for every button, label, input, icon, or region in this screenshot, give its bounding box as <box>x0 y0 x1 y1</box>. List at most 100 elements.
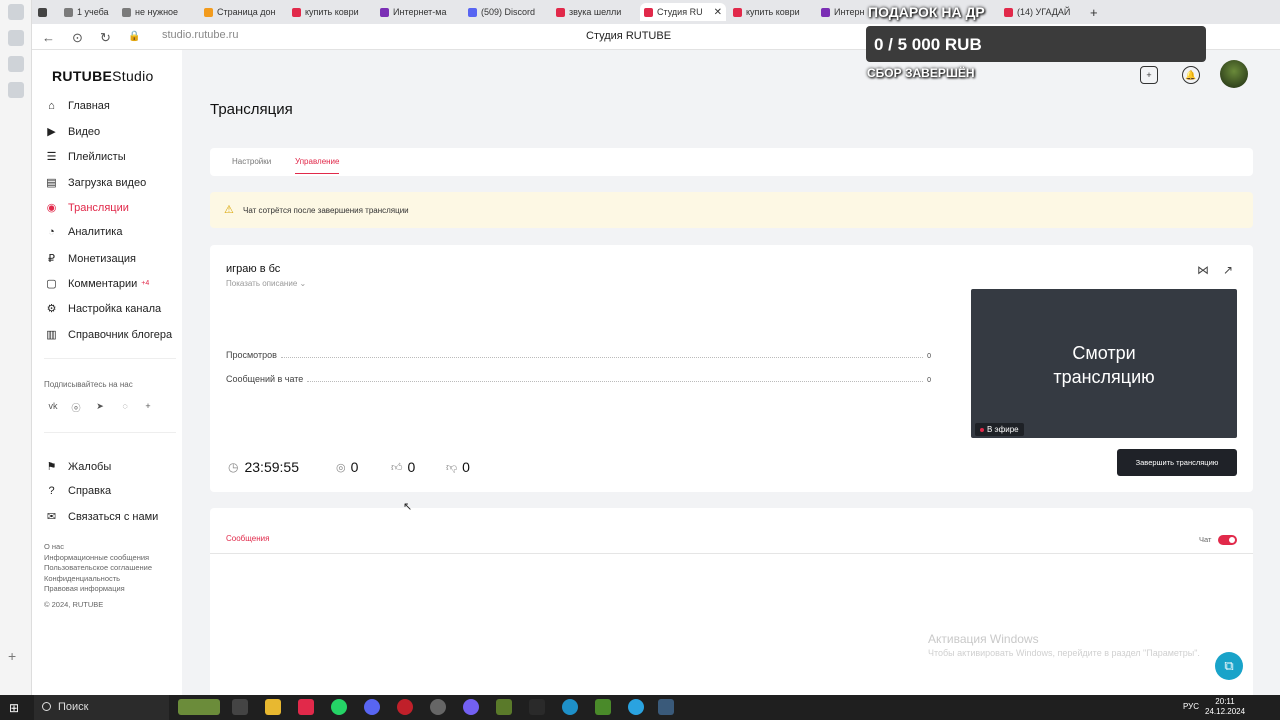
app-icon[interactable] <box>658 699 674 715</box>
obs-icon[interactable] <box>397 699 413 715</box>
viber-app-icon[interactable] <box>463 699 479 715</box>
language-indicator[interactable]: РУС <box>1183 702 1199 711</box>
show-description-label: Показать описание <box>226 279 298 288</box>
telegram-icon[interactable]: ➤ <box>93 401 107 413</box>
avatar[interactable] <box>1220 60 1248 88</box>
chat-toggle[interactable] <box>1218 535 1237 545</box>
sidebar-item-playlists[interactable]: ☰ Плейлисты <box>45 150 126 164</box>
profile-icon[interactable] <box>8 4 24 20</box>
browser-tab[interactable]: 1 учеба <box>60 3 117 21</box>
vk-icon[interactable]: vk <box>46 401 60 413</box>
collections-icon[interactable] <box>8 56 24 72</box>
upload-icon: ▤ <box>46 177 57 189</box>
gear-icon: ⚙ <box>46 303 57 315</box>
browser-tab[interactable]: не нужное <box>118 3 198 21</box>
sidebar-item-comments[interactable]: ▢ Комментарии +4 <box>45 277 149 291</box>
launcher-icon[interactable] <box>595 699 611 715</box>
sidebar-item-video[interactable]: ▶ Видео <box>45 125 100 139</box>
support-chat-button[interactable]: ⧉ <box>1215 652 1243 680</box>
page-title: Трансляция <box>210 101 293 118</box>
footer-link-about[interactable]: О нас <box>44 542 64 551</box>
taskbar-widget-icon[interactable] <box>178 699 220 715</box>
tab-favicon <box>468 7 477 17</box>
sidebar-item-label: Справочник блогера <box>68 328 173 341</box>
sidebar-item-complaints[interactable]: ⚑ Жалобы <box>45 460 112 474</box>
broadcast-icon: ◉ <box>46 202 57 214</box>
footer-link-terms[interactable]: Пользовательское соглашение <box>44 563 152 572</box>
ok-icon[interactable]: ⓞ <box>69 401 83 413</box>
tab-messages[interactable]: Сообщения <box>226 534 269 543</box>
footer-link-legal[interactable]: Правовая информация <box>44 584 125 593</box>
browser-tab[interactable]: Интернет-ма <box>376 3 461 21</box>
tab-label: Интерн <box>834 7 865 17</box>
taskbar-search[interactable]: Поиск <box>34 695 169 720</box>
new-tab-icon[interactable]: + <box>1086 3 1102 21</box>
bell-icon[interactable]: 🔔 <box>1182 66 1200 84</box>
stream-preview[interactable]: Смотри трансляцию В эфире <box>971 289 1237 438</box>
browser-tab[interactable]: купить коври <box>729 3 814 21</box>
sidebar-item-upload[interactable]: ▤ Загрузка видео <box>45 176 146 190</box>
clock-date: 24.12.2024 <box>1205 707 1246 716</box>
footer-link-privacy[interactable]: Конфиденциальность <box>44 574 120 583</box>
sidebar-item-monetization[interactable]: ₽ Монетизация <box>45 252 136 266</box>
viewers-value: 0 <box>350 459 359 475</box>
browser-tab[interactable]: (14) УГАДАЙ <box>1000 3 1085 21</box>
add-panel-icon[interactable]: + <box>8 648 24 664</box>
tab-group[interactable] <box>34 3 56 21</box>
forward-icon[interactable]: ⊙ <box>72 30 83 46</box>
browser-tab[interactable]: купить коври <box>288 3 373 21</box>
windows-start-icon[interactable]: ⊞ <box>9 701 19 715</box>
warning-banner: ⚠ Чат сотрётся после завершения трансляц… <box>210 192 1253 228</box>
browser-tab-active[interactable]: Студия RU ✕ <box>640 3 726 21</box>
explorer-icon[interactable] <box>265 699 281 715</box>
end-stream-button[interactable]: Завершить трансляцию <box>1117 449 1237 476</box>
viber-icon[interactable]: ◌ <box>118 401 132 413</box>
task-view-icon[interactable] <box>232 699 248 715</box>
tab-settings[interactable]: Настройки <box>232 157 271 166</box>
video-icon: ▶ <box>47 126 56 138</box>
edge-icon[interactable] <box>562 699 578 715</box>
chat-toggle-label: Чат <box>1199 535 1212 544</box>
sidebar-item-broadcasts[interactable]: ◉ Трансляции <box>45 201 129 215</box>
yandex-browser-icon[interactable] <box>298 699 314 715</box>
steam-icon[interactable] <box>430 699 446 715</box>
back-icon[interactable]: ← <box>42 30 55 45</box>
whatsapp-icon[interactable] <box>331 699 347 715</box>
reload-icon[interactable]: ↻ <box>100 30 111 46</box>
footer-link-info[interactable]: Информационные сообщения <box>44 553 149 562</box>
rutube-studio-logo[interactable]: RUTUBEStudio <box>52 68 154 84</box>
browser-tab[interactable]: Страница дон <box>200 3 285 21</box>
likes-count: 👍︎ 0 <box>391 459 415 475</box>
sidebar-item-help[interactable]: ? Справка <box>45 485 111 497</box>
live-dot-icon <box>980 427 984 432</box>
clock[interactable]: 20:11 24.12.2024 <box>1205 697 1245 717</box>
sidebar-item-contact[interactable]: ✉ Связаться с нами <box>45 510 158 524</box>
sidebar-item-blogger-guide[interactable]: ▥ Справочник блогера <box>45 328 173 342</box>
telegram-app-icon[interactable] <box>628 699 644 715</box>
stat-dots <box>280 357 924 358</box>
external-link-icon[interactable]: ↗ <box>1223 263 1233 277</box>
terminal-icon[interactable] <box>529 699 545 715</box>
more-social-icon[interactable]: + <box>141 401 155 413</box>
discord-icon[interactable] <box>364 699 380 715</box>
share-icon[interactable]: ⋈ <box>1197 263 1209 277</box>
sidebar-item-analytics[interactable]: ◔ Аналитика <box>45 226 122 238</box>
calendar-icon[interactable] <box>8 82 24 98</box>
tab-management[interactable]: Управление <box>295 157 340 174</box>
close-tab-icon[interactable]: ✕ <box>714 7 722 18</box>
viewers-count: ◎ 0 <box>336 459 358 475</box>
minecraft-icon[interactable] <box>496 699 512 715</box>
thumbs-down-icon: 👎︎ <box>446 461 458 474</box>
sidebar-item-channel-settings[interactable]: ⚙ Настройка канала <box>45 302 162 316</box>
browser-tab[interactable]: звука шелли <box>552 3 637 21</box>
tab-label: не нужное <box>135 7 179 17</box>
sidebar-item-home[interactable]: ⌂ Главная <box>45 100 110 112</box>
history-icon[interactable] <box>8 30 24 46</box>
likes-value: 0 <box>407 459 416 475</box>
copyright: © 2024, RUTUBE <box>44 600 104 609</box>
browser-tab[interactable]: (509) Discord <box>464 3 549 21</box>
tab-favicon <box>821 7 830 17</box>
url-field[interactable]: studio.rutube.ru <box>162 29 238 41</box>
show-description-toggle[interactable]: Показать описание ⌄ <box>226 279 306 288</box>
add-video-icon[interactable]: + <box>1140 66 1158 84</box>
